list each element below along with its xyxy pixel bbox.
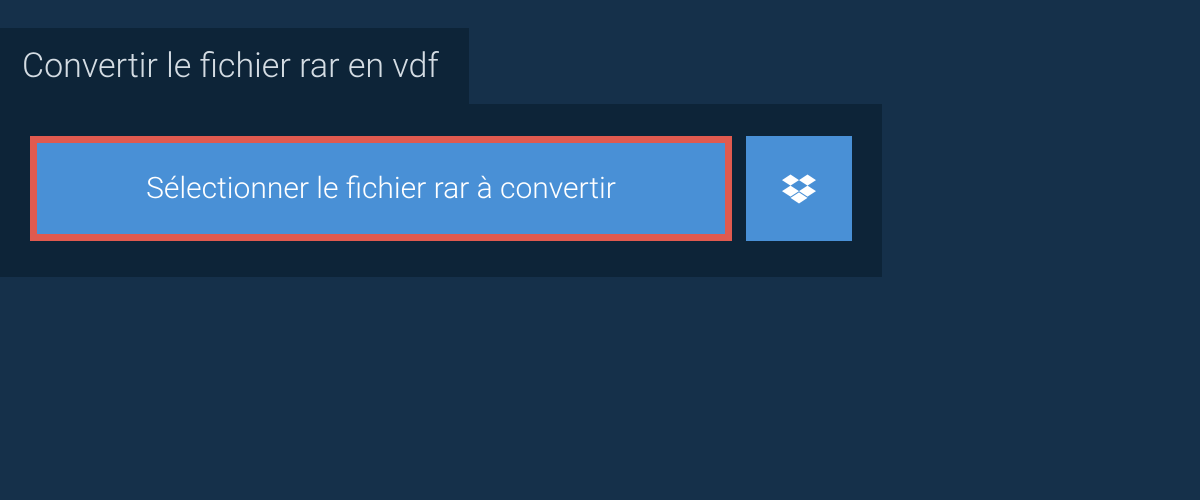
upload-panel: Sélectionner le fichier rar à convertir [0,104,882,277]
dropbox-button[interactable] [746,136,852,241]
dropbox-icon [782,174,816,204]
select-file-label: Sélectionner le fichier rar à convertir [146,171,616,206]
button-row: Sélectionner le fichier rar à convertir [30,136,852,241]
page-title: Convertir le fichier rar en vdf [22,46,439,86]
select-file-button[interactable]: Sélectionner le fichier rar à convertir [30,136,732,241]
header-tab: Convertir le fichier rar en vdf [0,28,469,104]
